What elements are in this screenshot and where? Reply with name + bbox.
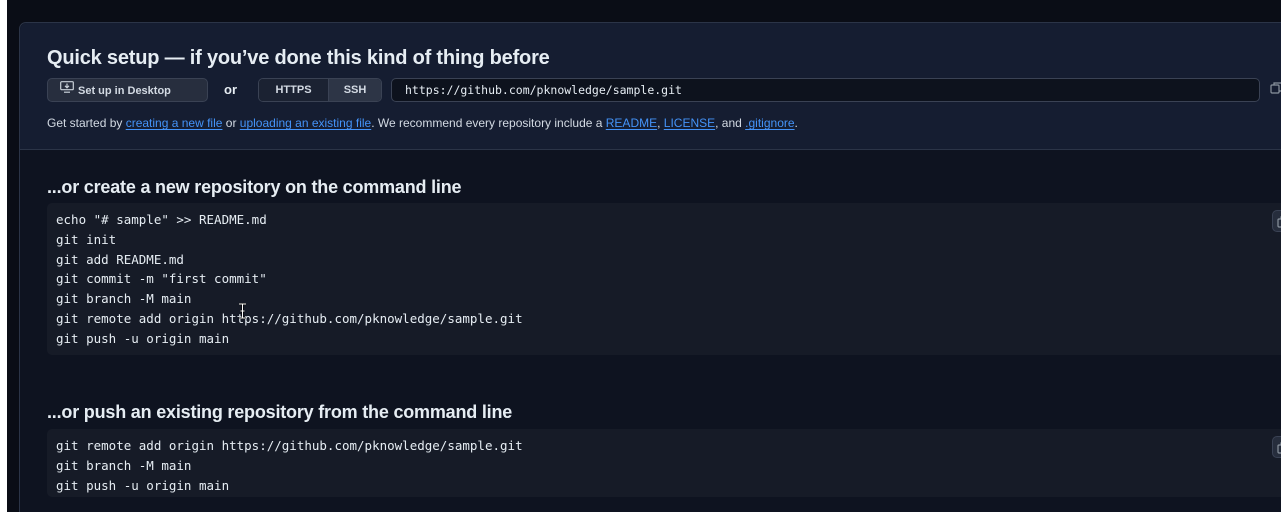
upload-existing-file-link[interactable]: uploading an existing file <box>240 116 371 130</box>
code-line: git remote add origin https://github.com… <box>56 438 523 453</box>
setup-in-desktop-label: Set up in Desktop <box>78 85 171 97</box>
ssh-button[interactable]: SSH <box>329 79 381 101</box>
code-line: git add README.md <box>56 251 184 267</box>
new-repo-commands: echo "# sample" >> README.md git init gi… <box>56 210 523 349</box>
code-line: git remote add origin https://github.com… <box>56 310 523 326</box>
repo-setup-panel: Quick setup — if you’ve done this kind o… <box>19 22 1281 512</box>
code-line: git branch -M main <box>56 291 192 307</box>
quick-setup-box: Quick setup — if you’ve done this kind o… <box>20 23 1281 150</box>
gitignore-link[interactable]: .gitignore <box>745 116 794 130</box>
hint-text: , <box>657 116 664 130</box>
push-repo-copy-button[interactable] <box>1272 436 1281 458</box>
hint-text: . <box>794 116 798 130</box>
clone-url-copy-button[interactable] <box>1270 81 1281 101</box>
code-line: git commit -m "first commit" <box>56 271 267 287</box>
or-label: or <box>224 82 237 97</box>
hint-text: . We recommend every repository include … <box>371 116 606 130</box>
hint-text: Get started by <box>47 116 126 130</box>
clone-url-input[interactable] <box>391 78 1260 102</box>
desktop-download-icon <box>60 78 74 102</box>
https-button[interactable]: HTTPS <box>259 79 329 101</box>
create-new-file-link[interactable]: creating a new file <box>126 116 223 130</box>
copy-icon <box>1277 216 1281 228</box>
hint-text: , and <box>715 116 746 130</box>
push-repo-commands: git remote add origin https://github.com… <box>56 436 523 495</box>
code-line: git push -u origin main <box>56 330 230 346</box>
readme-link[interactable]: README <box>606 116 657 130</box>
new-repo-code-block[interactable]: echo "# sample" >> README.md git init gi… <box>47 203 1281 355</box>
code-line: git push -u origin main <box>56 477 230 493</box>
code-line: echo "# sample" >> README.md <box>56 212 267 227</box>
getting-started-hint: Get started by creating a new file or up… <box>47 116 798 130</box>
protocol-toggle: HTTPS SSH <box>258 78 382 102</box>
code-line: git init <box>56 231 117 247</box>
text-cursor-icon <box>238 302 247 324</box>
copy-icon <box>1277 442 1281 454</box>
copy-icon <box>1270 82 1281 94</box>
push-repo-code-block[interactable]: git remote add origin https://github.com… <box>47 429 1281 497</box>
license-link[interactable]: LICENSE <box>664 116 715 130</box>
screen: Quick setup — if you’ve done this kind o… <box>0 0 1281 512</box>
quick-setup-title: Quick setup — if you’ve done this kind o… <box>47 47 550 69</box>
setup-in-desktop-button[interactable]: Set up in Desktop <box>47 78 208 102</box>
new-repo-title: ...or create a new repository on the com… <box>47 177 462 197</box>
code-line: git branch -M main <box>56 457 192 473</box>
push-repo-title: ...or push an existing repository from t… <box>47 402 513 422</box>
page-background: Quick setup — if you’ve done this kind o… <box>7 0 1281 512</box>
new-repo-copy-button[interactable] <box>1272 210 1281 232</box>
hint-text: or <box>222 116 240 130</box>
